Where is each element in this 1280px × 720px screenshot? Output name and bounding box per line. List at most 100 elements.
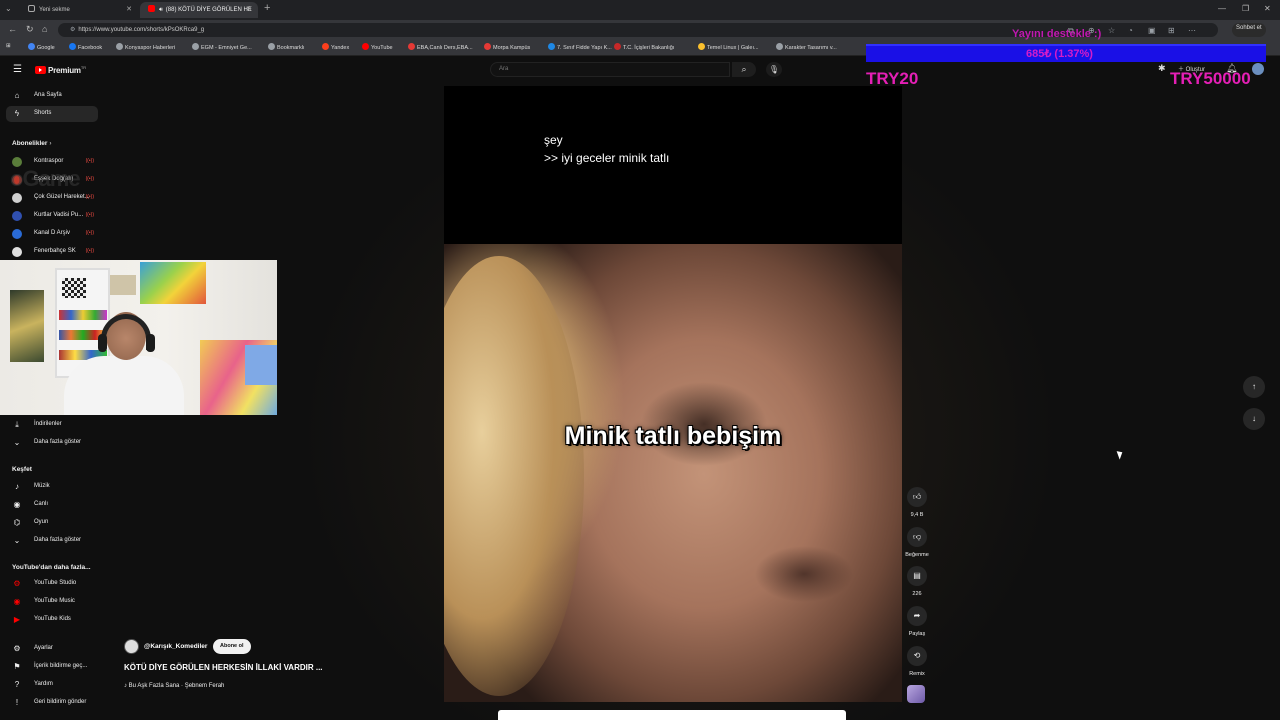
minimize-icon[interactable]: — — [1218, 4, 1226, 13]
sidebar-item-youtube-music[interactable]: ◉ YouTube Music — [6, 594, 98, 610]
close-icon[interactable]: ✕ — [246, 5, 252, 13]
sidebar-show-more[interactable]: ⌄ Daha fazla göster — [6, 533, 98, 549]
music-note-icon: ♪ — [124, 683, 127, 689]
share-button[interactable]: ➦ Paylaş — [903, 606, 931, 637]
reload-icon[interactable]: ↻ — [26, 24, 34, 35]
bookmark-item[interactable]: 7. Sınıf Fidde Yapı K... — [548, 43, 612, 51]
channel-avatar[interactable] — [124, 639, 139, 654]
sidebar-show-more[interactable]: ⌄ Daha fazla göster — [6, 435, 98, 451]
bookmark-favicon-icon — [28, 43, 35, 50]
headset-icon — [101, 314, 151, 350]
subscribe-button[interactable]: Abone ol — [213, 639, 251, 654]
sidebar-item-shorts[interactable]: ϟ Shorts — [6, 106, 98, 122]
webcam-chessboard — [62, 278, 86, 298]
help-icon: ? — [14, 680, 20, 689]
avatar[interactable] — [1252, 63, 1264, 75]
sound-thumbnail[interactable] — [907, 685, 925, 703]
more-title: YouTube'dan daha fazla... — [12, 564, 91, 571]
close-window-icon[interactable]: ✕ — [1264, 4, 1271, 13]
tab-youtube[interactable]: 🔊︎ (88) KÖTÜ DİYE GÖRÜLEN HE ✕ — [140, 2, 258, 18]
bookmark-item[interactable]: YouTube — [362, 43, 393, 51]
streamer-body — [64, 356, 184, 415]
sidebar-item-gaming[interactable]: ⌬ Oyun — [6, 515, 98, 531]
video-title[interactable]: KÖTÜ DİYE GÖRÜLEN HERKESİN İLLAKİ VARDIR… — [124, 663, 323, 672]
chevron-down-icon: ⌄ — [13, 536, 21, 545]
menu-icon[interactable]: ☰ — [13, 64, 22, 75]
feedback-icon: ! — [15, 698, 19, 707]
subscriptions-heading[interactable]: Abonelikler › — [12, 140, 52, 147]
sidebar-item-feedback[interactable]: ! Geri bildirim gönder — [6, 695, 98, 711]
new-tab-icon[interactable]: + — [264, 2, 270, 14]
gear-icon[interactable]: ✱ — [1158, 63, 1166, 74]
previous-short-button[interactable]: ↑ — [1243, 376, 1265, 398]
search-placeholder: Ara — [499, 66, 509, 72]
next-short-button[interactable]: ↓ — [1243, 408, 1265, 430]
extension-icon[interactable]: ◔ — [1128, 26, 1133, 35]
speaker-icon[interactable]: 🔊︎ — [159, 7, 163, 13]
extension-icon[interactable]: ⊞ — [1168, 26, 1175, 35]
sidebar-item-youtube-kids[interactable]: ▶ YouTube Kids — [6, 612, 98, 628]
bookmark-item[interactable]: EGM - Emniyet Ge... — [192, 43, 252, 51]
sidebar-item-downloads[interactable]: ⤓ İndirilenler — [6, 417, 98, 433]
comment-count: 226 — [912, 591, 922, 597]
bookmark-item[interactable]: EBA,Canlı Ders,EBA... — [408, 43, 473, 51]
bookmark-item[interactable]: T.C. İçişleri Bakanlığı — [614, 43, 674, 51]
sidebar-item-home[interactable]: ⌂ Ana Sayfa — [6, 88, 98, 104]
youtube-studio-icon: ⚙ — [13, 579, 21, 588]
apps-icon[interactable]: ⊞ — [6, 43, 11, 49]
back-icon[interactable]: ← — [8, 24, 17, 34]
bookmark-item[interactable]: Yandex — [322, 43, 349, 51]
live-indicator-icon: ((•)) — [85, 158, 94, 164]
like-button[interactable]: 👍︎ 9,4 B — [903, 487, 931, 518]
extension-icon[interactable]: ▣ — [1148, 26, 1156, 35]
sidebar-item-help[interactable]: ? Yardım — [6, 677, 98, 693]
bookmark-star-icon[interactable]: ☆ — [1108, 26, 1115, 35]
search-button[interactable]: ⌕ — [732, 62, 756, 77]
bookmark-favicon-icon — [776, 43, 783, 50]
sidebar-item-subscription[interactable]: Kurtlar Vadisi Pu... ((•)) — [6, 208, 98, 224]
sidebar-item-label: Fenerbahçe SK — [34, 248, 76, 254]
tab-new[interactable]: Yeni sekme ✕ — [20, 2, 138, 18]
bookmark-item[interactable]: Temel Linux | Galeı... — [698, 43, 759, 51]
bookmark-item[interactable]: Konyaspor Haberleri — [116, 43, 175, 51]
bookmark-label: Karakter Tasarımı v... — [785, 45, 837, 51]
thumbs-down-icon: 👎︎ — [907, 527, 927, 547]
home-icon[interactable]: ⌂ — [42, 24, 47, 34]
live-indicator-icon: ((•)) — [85, 230, 94, 236]
bookmark-item[interactable]: Bookmarklı — [268, 43, 305, 51]
sidebar-item-youtube-studio[interactable]: ⚙ YouTube Studio — [6, 576, 98, 592]
comments-button[interactable]: ▤ 226 — [903, 566, 931, 597]
sidebar-item-live[interactable]: ◉ Canlı — [6, 497, 98, 513]
dislike-button[interactable]: 👎︎ Beğenme — [903, 527, 931, 558]
channel-name[interactable]: @Karışık_Komediler — [144, 643, 207, 650]
sidebar-item-label: Müzik — [34, 483, 50, 489]
sidebar-item-subscription[interactable]: Fenerbahçe SK ((•)) — [6, 244, 98, 260]
search-icon: ⌕ — [741, 64, 747, 74]
maximize-icon[interactable]: ❐ — [1242, 4, 1249, 13]
search-input[interactable]: Ara — [490, 62, 730, 77]
sidebar-item-subscription[interactable]: Çok Güzel Hareket... ((•)) — [6, 190, 98, 206]
bookmark-favicon-icon — [362, 43, 369, 50]
site-info-icon[interactable]: ⚙ — [70, 27, 75, 33]
chat-button[interactable]: Sohbet et — [1232, 23, 1266, 37]
menu-dots-icon[interactable]: ⋯ — [1188, 26, 1196, 35]
tab-search-icon[interactable]: ⌄ — [5, 4, 12, 13]
arrow-up-icon: ↑ — [1252, 382, 1256, 391]
youtube-logo[interactable]: PremiumTR — [35, 65, 86, 75]
music-link[interactable]: ♪ Bu Aşk Fazla Sana · Şebnem Ferah — [124, 683, 224, 689]
bookmark-item[interactable]: Facebook — [69, 43, 102, 51]
sidebar-item-report-history[interactable]: ⚑ İçerik bildirme geç... — [6, 659, 98, 675]
bookmark-item[interactable]: Google — [28, 43, 55, 51]
sidebar-item-music[interactable]: ♪ Müzik — [6, 479, 98, 495]
close-icon[interactable]: ✕ — [126, 5, 132, 13]
sidebar-item-label: Daha fazla göster — [34, 537, 82, 543]
bookmark-item[interactable]: Karakter Tasarımı v... — [776, 43, 837, 51]
bookmark-item[interactable]: Morpa Kampüs — [484, 43, 530, 51]
voice-search-button[interactable]: 🎙︎ — [766, 62, 782, 77]
bookmark-label: Yandex — [331, 45, 350, 51]
remix-button[interactable]: ⟲ Remix — [903, 646, 931, 677]
sidebar-item-settings[interactable]: ⚙ Ayarlar — [6, 641, 98, 657]
sidebar-item-subscription[interactable]: Kanal D Arşiv ((•)) — [6, 226, 98, 242]
shorts-video-player[interactable]: şey >> iyi geceler minik tatlı Minik tat… — [444, 86, 902, 702]
sidebar-item-label: Ana Sayfa — [34, 92, 62, 98]
